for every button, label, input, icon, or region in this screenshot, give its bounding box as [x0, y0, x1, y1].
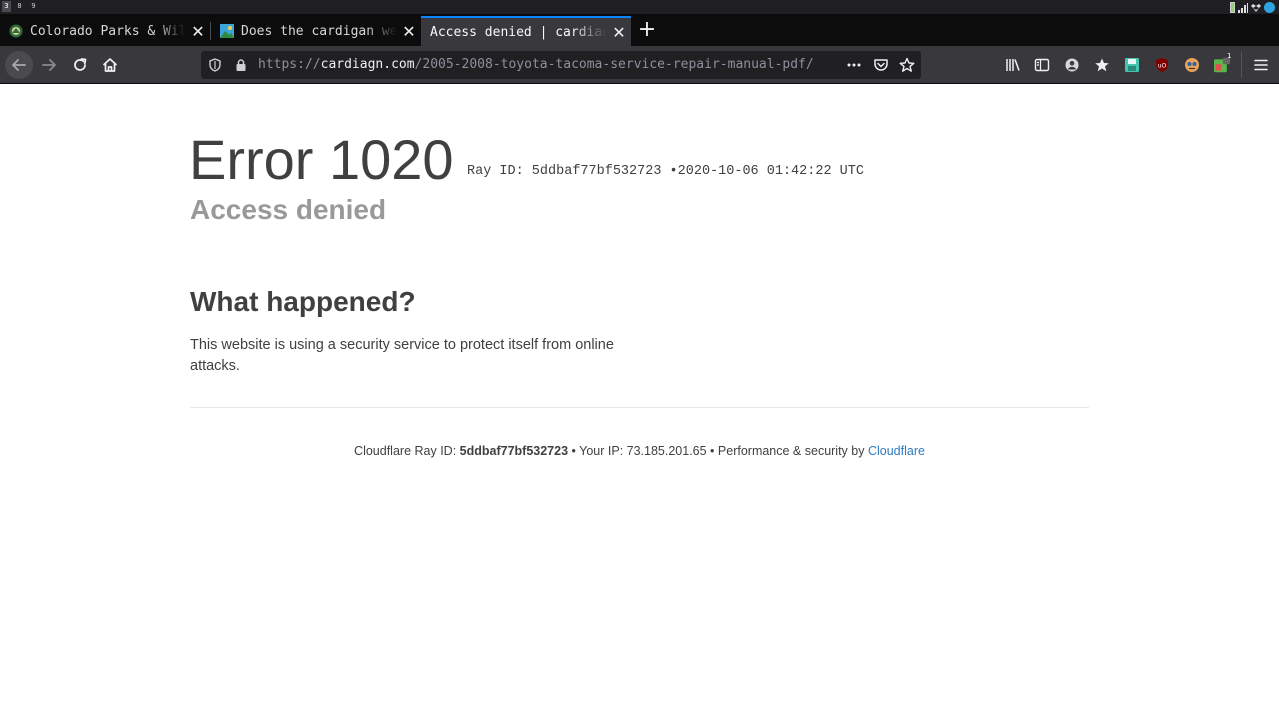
workspace-3[interactable]: 9 — [29, 1, 38, 12]
extension-badge-count: 1 — [1227, 52, 1232, 60]
bookmarks-star-icon[interactable] — [1094, 57, 1110, 73]
cloudflare-link[interactable]: Cloudflare — [868, 444, 925, 458]
page-content: Error 1020 Ray ID: 5ddbaf77bf532723 •202… — [0, 84, 1279, 719]
footer: Cloudflare Ray ID: 5ddbaf77bf532723 • Yo… — [190, 444, 1089, 458]
error-title: Error 1020 — [189, 128, 454, 191]
lock-icon[interactable] — [233, 57, 249, 73]
battery-icon — [1230, 1, 1235, 13]
url-host: cardiagn.com — [320, 57, 415, 72]
url-path: /2005-2008-toyota-tacoma-service-repair-… — [414, 57, 814, 72]
reload-button[interactable] — [66, 51, 94, 79]
tracking-protection-shield-icon[interactable] — [207, 57, 223, 73]
privacy-badger-icon[interactable] — [1184, 57, 1200, 73]
tab-title: Colorado Parks & Wildlife — [30, 23, 186, 39]
system-bar: 3 8 9 — [0, 0, 1279, 14]
pocket-icon[interactable] — [873, 57, 889, 73]
url-text[interactable]: https://cardiagn.com/2005-2008-toyota-ta… — [258, 51, 814, 79]
account-icon[interactable] — [1064, 57, 1080, 73]
url-scheme: https:// — [258, 57, 321, 72]
workspace-1[interactable]: 3 — [2, 1, 11, 12]
tab-access-denied[interactable]: Access denied | cardiagn.com ✕ — [421, 16, 631, 46]
toolbar-separator — [1241, 52, 1242, 78]
sidebar-icon[interactable] — [1034, 57, 1050, 73]
forward-button[interactable] — [35, 51, 63, 79]
reload-icon — [74, 58, 87, 71]
close-tab-icon[interactable]: ✕ — [186, 22, 210, 41]
image-favicon-icon — [220, 24, 234, 38]
what-happened-heading: What happened? — [190, 286, 416, 317]
back-button[interactable] — [5, 51, 33, 79]
tab-title: Access denied | cardiagn.com — [430, 24, 607, 40]
bookmark-star-icon[interactable] — [899, 57, 915, 73]
close-tab-icon[interactable]: ✕ — [607, 23, 631, 42]
back-arrow-icon — [12, 59, 26, 71]
page-actions-more-icon[interactable] — [846, 57, 862, 73]
home-button[interactable] — [96, 51, 124, 79]
tab-colorado-parks[interactable]: Colorado Parks & Wildlife ✕ — [0, 16, 210, 46]
hamburger-menu-icon[interactable] — [1253, 57, 1269, 73]
ray-id-line: Ray ID: 5ddbaf77bf532723 •2020-10-06 01:… — [467, 164, 864, 179]
ublock-origin-icon[interactable]: uO — [1154, 57, 1170, 73]
new-tab-button[interactable]: + — [636, 16, 658, 44]
library-icon[interactable] — [1005, 57, 1021, 73]
tab-title: Does the cardigan website — [241, 23, 397, 39]
error-subtitle: Access denied — [190, 194, 387, 225]
svg-text:uO: uO — [1158, 63, 1167, 70]
close-tab-icon[interactable]: ✕ — [397, 22, 421, 41]
url-bar[interactable]: https://cardiagn.com/2005-2008-toyota-ta… — [201, 51, 921, 79]
divider — [190, 407, 1089, 408]
footer-ray-label: Cloudflare Ray ID: — [354, 444, 457, 458]
footer-ray-id: 5ddbaf77bf532723 — [459, 444, 569, 458]
navigation-toolbar: https://cardiagn.com/2005-2008-toyota-ta… — [0, 46, 1279, 84]
tab-cardigan-website[interactable]: Does the cardigan website ✕ — [211, 16, 421, 46]
telegram-icon — [1264, 1, 1275, 13]
save-extension-icon[interactable] — [1124, 57, 1140, 73]
forward-arrow-icon — [42, 59, 56, 71]
what-happened-text: This website is using a security service… — [190, 337, 614, 374]
home-icon — [102, 58, 118, 72]
footer-ip-text: • Your IP: 73.185.201.65 • Performance &… — [571, 444, 865, 458]
system-tray — [1230, 1, 1275, 13]
cpw-favicon-icon — [9, 24, 23, 38]
workspace-2[interactable]: 8 — [15, 1, 24, 12]
